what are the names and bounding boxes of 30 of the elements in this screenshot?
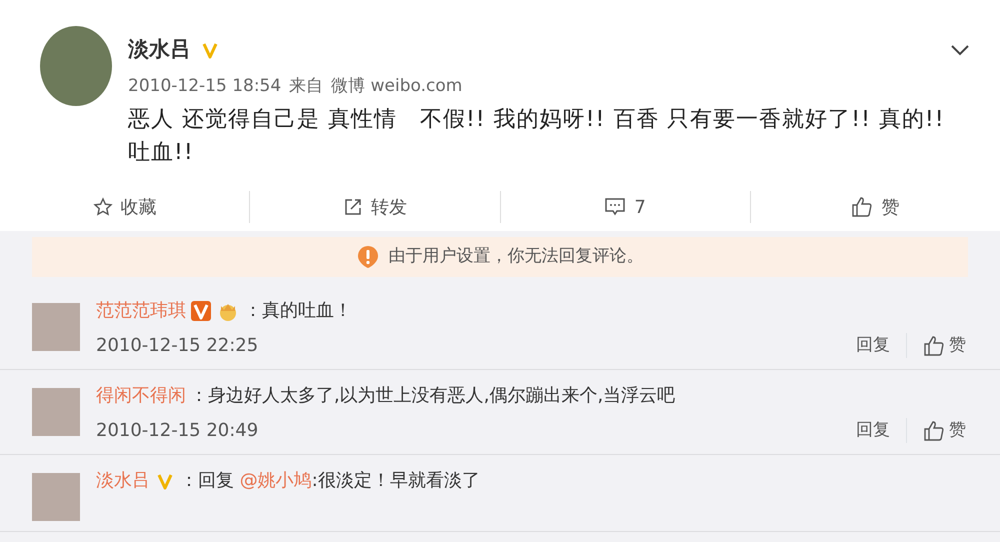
post-time: 2010-12-15 18:54	[128, 74, 282, 98]
star-icon	[92, 197, 113, 217]
thumbs-up-icon	[923, 334, 945, 356]
comment-text: ：回复 @姚小鸠:很淡定！早就看淡了	[180, 469, 480, 493]
chevron-down-icon[interactable]	[950, 44, 970, 56]
action-button[interactable]: 赞	[750, 191, 1000, 223]
like-button[interactable]: 赞	[923, 332, 966, 358]
action-button[interactable]: 7	[500, 191, 751, 223]
source-label: 来自	[289, 74, 324, 98]
source-link[interactable]: 微博 weibo.com	[331, 74, 462, 99]
comment-text: ：身边好人太多了,以为世上没有恶人,偶尔蹦出来个,当浮云吧	[190, 384, 676, 408]
alert-icon	[356, 245, 378, 269]
comment-icon	[604, 197, 626, 217]
reply-button[interactable]: 回复	[856, 418, 907, 444]
action-button[interactable]: 转发	[250, 191, 500, 223]
post-text: 恶人 还觉得自己是 真性情 不假!! 我的妈呀!! 百香 只有要一香就好了!! 真的!! 吐血!!	[128, 106, 946, 167]
user-name[interactable]: 淡水吕	[128, 34, 191, 66]
thumbs-up-icon	[851, 196, 874, 218]
comment-time: 2010-12-15 22:25	[96, 334, 260, 358]
comment-text: ：真的吐血！	[244, 299, 352, 323]
like-button[interactable]: 赞	[923, 418, 966, 444]
action-button[interactable]: 收藏	[0, 191, 250, 223]
reply-button[interactable]: 回复	[856, 332, 907, 358]
notice-text: 由于用户设置，你无法回复评论。	[388, 245, 644, 268]
avatar-photo-placeholder	[32, 473, 80, 521]
edit-box-icon	[342, 197, 363, 217]
avatar-photo-placeholder	[32, 388, 80, 436]
thumbs-up-icon	[923, 420, 945, 442]
comment-time: 2010-12-15 20:49	[96, 419, 260, 443]
avatar-photo-placeholder	[32, 303, 80, 351]
